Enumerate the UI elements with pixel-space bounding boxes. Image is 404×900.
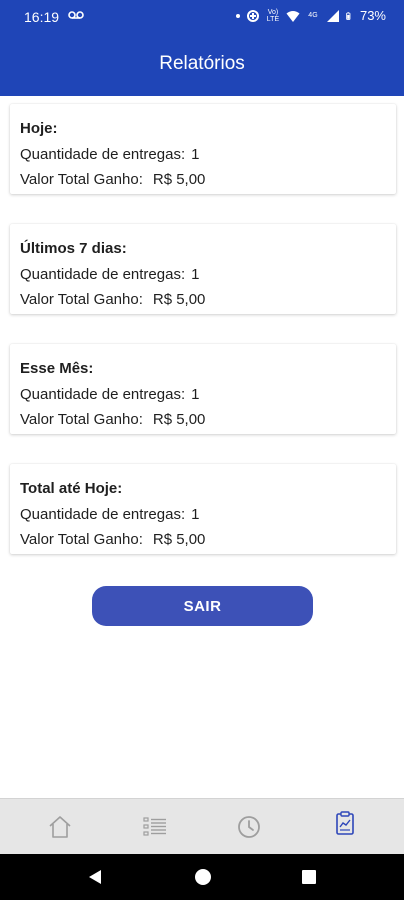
report-card-all-time: Total até Hoje: Quantidade de entregas: 1… <box>10 464 396 554</box>
card-title: Esse Mês: <box>20 360 94 377</box>
total-value: R$ 5,00 <box>152 411 206 428</box>
total-row: Valor Total Ganho: R$ 5,00 <box>20 169 386 194</box>
deliveries-row: Quantidade de entregas: 1 <box>20 264 386 289</box>
back-icon[interactable] <box>87 869 103 885</box>
battery-percentage: 73% <box>359 8 386 23</box>
total-label: Valor Total Ganho: <box>20 411 143 428</box>
sair-button[interactable]: SAIR <box>92 586 313 626</box>
page-title: Relatórios <box>159 53 245 74</box>
bottom-navigation <box>0 798 404 854</box>
deliveries-label: Quantidade de entregas: <box>20 506 186 523</box>
deliveries-label: Quantidade de entregas: <box>20 386 186 403</box>
total-row: Valor Total Ganho: R$ 5,00 <box>20 289 386 314</box>
deliveries-row: Quantidade de entregas: 1 <box>20 504 386 529</box>
deliveries-row: Quantidade de entregas: 1 <box>20 384 386 409</box>
deliveries-label: Quantidade de entregas: <box>20 266 186 283</box>
voicemail-icon <box>68 11 84 19</box>
total-value: R$ 5,00 <box>152 171 206 188</box>
list-icon <box>143 817 166 836</box>
notification-dot-icon <box>235 13 240 18</box>
signal-icon <box>326 9 339 22</box>
status-bar: 16:19 Vo) LTE 4G 73% <box>0 0 404 32</box>
wifi-icon <box>286 10 300 22</box>
deliveries-row: Quantidade de entregas: 1 <box>20 144 386 169</box>
report-card-this-month: Esse Mês: Quantidade de entregas: 1 Valor… <box>10 344 396 434</box>
total-label: Valor Total Ganho: <box>20 171 143 188</box>
total-value: R$ 5,00 <box>152 291 206 308</box>
nav-item-history[interactable] <box>229 809 269 845</box>
battery-icon <box>346 11 351 20</box>
total-value: R$ 5,00 <box>152 531 206 548</box>
card-title: Hoje: <box>20 120 58 137</box>
nav-item-reports[interactable] <box>325 805 365 841</box>
recent-apps-icon[interactable] <box>302 870 316 884</box>
card-title: Últimos 7 dias: <box>20 240 127 257</box>
nav-item-home[interactable] <box>40 809 80 845</box>
total-row: Valor Total Ganho: R$ 5,00 <box>20 409 386 434</box>
deliveries-value: 1 <box>191 506 200 523</box>
total-row: Valor Total Ganho: R$ 5,00 <box>20 529 386 554</box>
deliveries-value: 1 <box>191 146 200 163</box>
nav-item-list[interactable] <box>135 809 175 845</box>
deliveries-value: 1 <box>191 266 200 283</box>
total-label: Valor Total Ganho: <box>20 291 143 308</box>
status-icons: Vo) LTE 4G 73% <box>235 8 386 23</box>
system-navigation-bar <box>0 854 404 900</box>
deliveries-label: Quantidade de entregas: <box>20 146 186 163</box>
report-card-today: Hoje: Quantidade de entregas: 1 Valor Tot… <box>10 104 396 194</box>
home-button-icon[interactable] <box>195 869 211 885</box>
home-icon <box>49 816 71 838</box>
data-saver-icon <box>246 9 259 22</box>
deliveries-value: 1 <box>191 386 200 403</box>
clock-icon <box>238 816 260 838</box>
status-time: 16:19 <box>24 9 60 25</box>
total-label: Valor Total Ganho: <box>20 531 143 548</box>
volte-indicator: Vo) LTE <box>266 8 280 23</box>
app-bar: Relatórios <box>0 32 404 96</box>
card-title: Total até Hoje: <box>20 480 123 497</box>
network-type: 4G <box>308 12 318 19</box>
report-card-last-7-days: Últimos 7 dias: Quantidade de entregas: 1… <box>10 224 396 314</box>
clipboard-icon <box>336 811 354 835</box>
